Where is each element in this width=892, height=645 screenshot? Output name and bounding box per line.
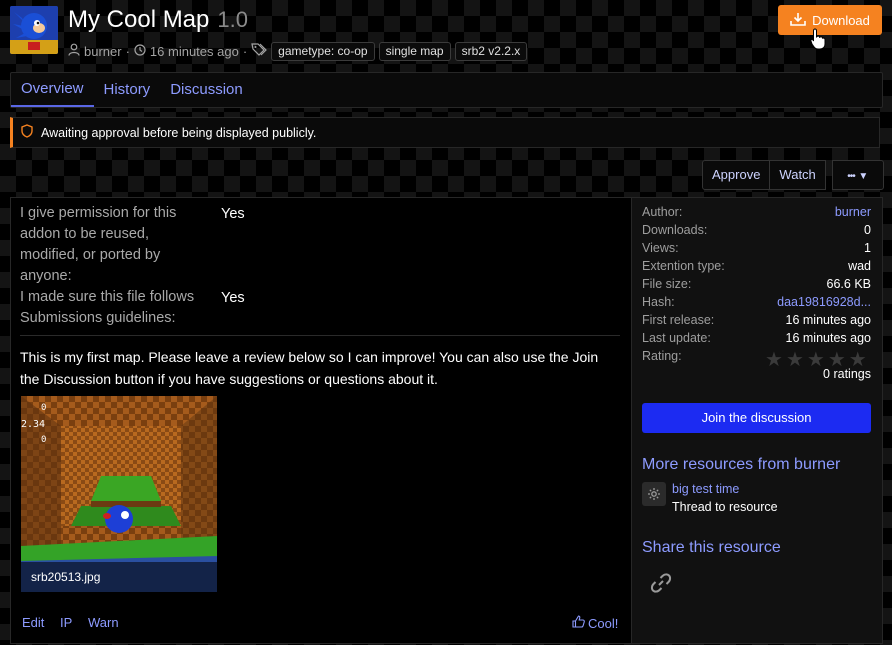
link-icon[interactable] [650,572,672,597]
author-link[interactable]: burner [84,44,122,59]
field-label-guidelines: I made sure this file follows Submission… [20,289,195,326]
more-actions-button[interactable]: ••• ▼ [831,160,884,190]
hash-link[interactable]: daa19816928d... [777,295,871,313]
clock-icon [134,43,146,59]
field-label-permission: I give permission for this addon to be r… [20,205,177,284]
more-item-subtitle: Thread to resource [672,500,778,514]
download-button[interactable]: Download [778,5,882,35]
more-item-title[interactable]: big test time [672,482,739,496]
tab-bar: Overview History Discussion [10,72,883,108]
info-label: Author: [642,205,683,219]
info-value: wad [848,259,871,273]
info-label: Extention type: [642,259,725,273]
edit-link[interactable]: Edit [22,615,44,630]
tag-gametype[interactable]: gametype: co-op [271,41,375,61]
watch-button[interactable]: Watch [769,160,826,190]
download-label: Download [812,12,870,28]
info-row-hash: Hash: daa19816928d... [642,295,871,313]
info-row-views: Views: 1 [642,241,871,259]
info-row-author: Author: burner [642,205,871,223]
approval-notice: Awaiting approval before being displayed… [10,117,880,148]
field-value-permission: Yes [221,206,245,222]
info-label: Rating: [642,349,682,363]
resource-description: This is my first map. Please leave a rev… [20,349,599,387]
info-value: 0 [864,223,871,237]
info-row-filesize: File size: 66.6 KB [642,277,871,295]
author-link[interactable]: burner [835,205,871,223]
tab-history[interactable]: History [94,73,161,107]
info-row-downloads: Downloads: 0 [642,223,871,241]
reaction-button[interactable]: Cool! [572,615,618,631]
resource-avatar[interactable] [10,6,58,54]
meta-separator: · [125,43,130,59]
info-label: Last update: [642,331,711,345]
hud-value-3: 0 [41,435,46,445]
hud-value-2: 2.34 [21,419,45,430]
meta-separator: · [242,43,248,59]
info-row-first-release: First release: 16 minutes ago [642,313,871,331]
info-label: First release: [642,313,715,327]
tag-single-map[interactable]: single map [378,41,451,61]
hand-cursor-icon [810,28,826,53]
info-label: File size: [642,277,692,291]
info-row-extension: Extention type: wad [642,259,871,277]
divider [20,335,620,336]
tag-version[interactable]: srb2 v2.2.x [454,41,528,61]
page-title: My Cool Map [68,6,210,33]
notice-text: Awaiting approval before being displayed… [41,125,317,140]
share-title: Share this resource [642,539,781,556]
reaction-label: Cool! [588,615,619,631]
meta-row: burner · 16 minutes ago · gametype: co-o… [68,41,528,61]
field-value-guidelines: Yes [221,290,245,306]
ratings-count: 0 ratings [823,367,871,381]
ip-link[interactable]: IP [60,615,72,630]
attachment-filename[interactable]: srb20513.jpg [21,562,217,592]
tags-icon [251,43,268,59]
user-icon [68,43,80,59]
info-label: Hash: [642,295,675,309]
approve-button[interactable]: Approve [702,160,771,190]
hud-value-1: 0 [41,403,46,413]
warn-link[interactable]: Warn [88,615,119,630]
info-value: 66.6 KB [826,277,871,291]
post-time[interactable]: 16 minutes ago [150,44,239,59]
thumbs-up-icon [572,615,585,631]
info-value: 1 [864,241,871,255]
title-row: My Cool Map 1.0 [68,6,248,38]
download-icon [790,12,806,29]
caret-down-icon: ▼ [858,171,869,182]
info-value: 16 minutes ago [785,313,871,327]
gear-icon [642,482,666,506]
tab-discussion[interactable]: Discussion [160,73,253,107]
tab-overview[interactable]: Overview [11,73,94,107]
more-dots: ••• [847,171,855,182]
shield-icon [21,124,33,141]
version-label: 1.0 [217,7,248,32]
join-discussion-button[interactable]: Join the discussion [642,403,871,433]
resource-actions: Approve Watch ••• ▼ [702,160,884,190]
info-label: Downloads: [642,223,708,237]
info-label: Views: [642,241,679,255]
more-resources-title[interactable]: More resources from burner [642,456,840,474]
